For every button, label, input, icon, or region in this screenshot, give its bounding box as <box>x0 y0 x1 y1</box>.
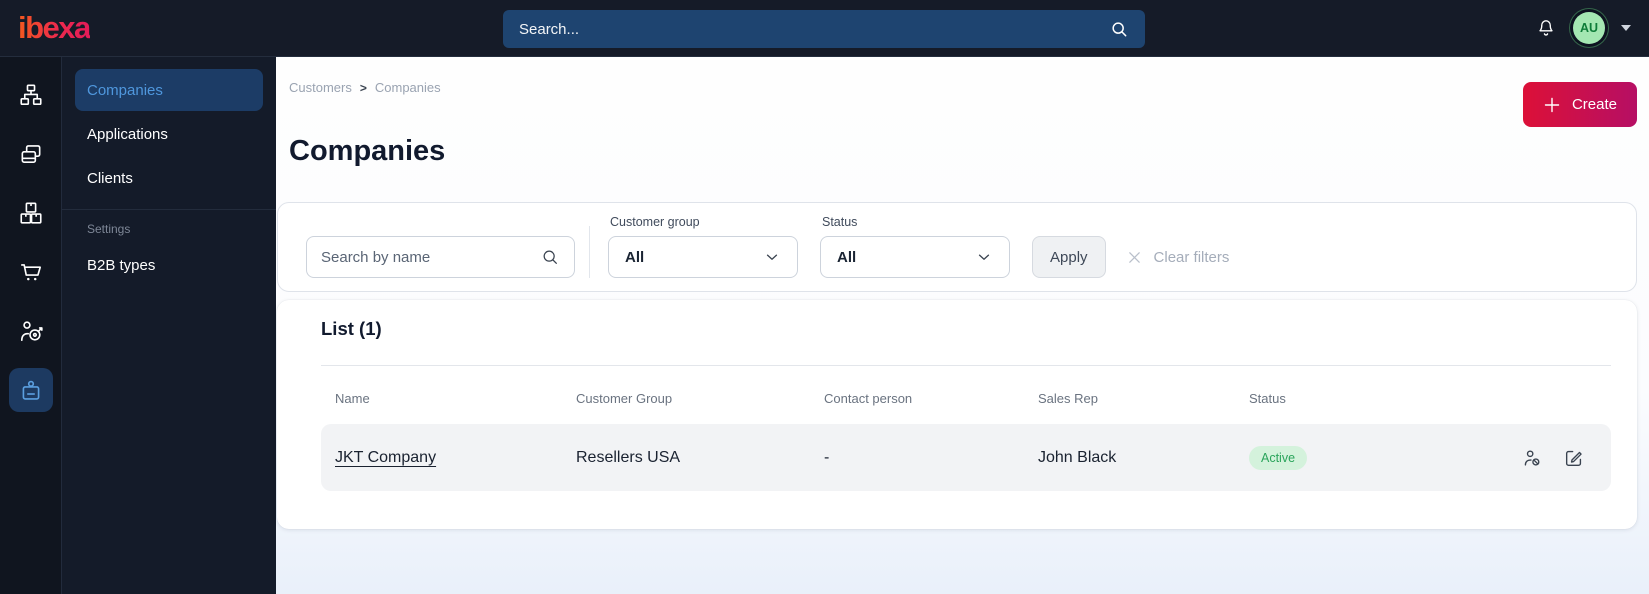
icon-rail <box>0 57 62 594</box>
audience-target-icon <box>18 318 44 344</box>
clear-filters-button[interactable]: Clear filters <box>1126 236 1230 278</box>
deactivate-company-button[interactable] <box>1521 447 1543 469</box>
sidebar-item-b2b-types[interactable]: B2B types <box>75 244 263 286</box>
filter-search[interactable] <box>306 236 575 278</box>
column-header-contact-person: Contact person <box>824 391 913 406</box>
products-boxes-icon <box>18 200 44 226</box>
search-icon <box>1109 19 1129 39</box>
column-header-name: Name <box>335 391 370 406</box>
breadcrumb-companies[interactable]: Companies <box>375 80 441 95</box>
rail-item-audience[interactable] <box>9 309 53 353</box>
edit-icon <box>1563 447 1585 469</box>
bell-icon <box>1535 17 1557 39</box>
column-header-status: Status <box>1249 391 1286 406</box>
create-button-label: Create <box>1571 96 1617 113</box>
clear-filters-label: Clear filters <box>1153 248 1230 266</box>
chevron-down-icon <box>975 248 993 266</box>
status-value: All <box>837 248 857 266</box>
sidebar-item-applications[interactable]: Applications <box>75 113 263 155</box>
table-header: Name Customer Group Contact person Sales… <box>321 391 1611 406</box>
deactivate-user-icon <box>1521 447 1543 469</box>
sidebar-item-label: B2B types <box>87 256 156 274</box>
create-button[interactable]: Create <box>1522 82 1637 127</box>
edit-company-button[interactable] <box>1563 447 1585 469</box>
table-row: JKT Company Resellers USA - John Black A… <box>321 424 1611 491</box>
cell-contact-person: - <box>824 448 830 466</box>
global-search-input[interactable] <box>519 20 1109 38</box>
rail-item-pages[interactable] <box>9 132 53 176</box>
topbar: ibexa AU <box>0 0 1649 57</box>
filter-group-customer-group: Customer group All <box>608 215 798 278</box>
status-badge: Active <box>1249 445 1308 470</box>
filter-search-input[interactable] <box>321 248 540 266</box>
customer-group-label: Customer group <box>610 215 700 229</box>
rail-item-commerce[interactable] <box>9 250 53 294</box>
status-select[interactable]: All <box>820 236 1010 278</box>
sitemap-icon <box>18 82 44 108</box>
column-header-customer-group: Customer Group <box>576 391 673 406</box>
rail-item-products[interactable] <box>9 191 53 235</box>
sidebar-item-label: Clients <box>87 169 133 187</box>
companies-list-card: List (1) Name Customer Group Contact per… <box>277 300 1637 529</box>
filter-group-status: Status All <box>820 215 1010 278</box>
chevron-down-icon[interactable] <box>1621 25 1631 31</box>
rail-item-customer-portal[interactable] <box>8 368 53 412</box>
list-divider <box>321 365 1611 366</box>
company-name-link[interactable]: JKT Company <box>335 449 436 466</box>
search-icon <box>540 247 560 267</box>
list-title: List (1) <box>321 318 382 339</box>
filter-bar: Customer group All Status All <box>277 202 1637 292</box>
status-label: Status <box>822 215 858 229</box>
cell-sales-rep: John Black <box>1038 448 1117 466</box>
cart-icon <box>18 259 44 285</box>
app-logo: ibexa <box>18 10 91 45</box>
page-title: Companies <box>289 135 446 167</box>
plus-icon <box>1543 96 1561 114</box>
row-actions <box>1501 447 1611 469</box>
sidebar: Companies Applications Clients Settings … <box>62 57 276 594</box>
notifications-button[interactable] <box>1535 17 1557 39</box>
pages-icon <box>18 141 44 167</box>
sidebar-section-settings: Settings <box>87 222 131 236</box>
clear-x-icon <box>1126 249 1143 266</box>
global-search[interactable] <box>503 10 1145 48</box>
main-content: Customers > Companies Create Companies S… <box>276 57 1649 594</box>
breadcrumb-customers[interactable]: Customers <box>289 80 352 95</box>
filter-divider <box>589 226 590 278</box>
chevron-down-icon <box>763 248 781 266</box>
sidebar-item-label: Companies <box>87 81 163 99</box>
customer-group-value: All <box>625 248 645 266</box>
sidebar-item-label: Applications <box>87 125 168 143</box>
rail-item-content-tree[interactable] <box>9 73 53 117</box>
customer-group-select[interactable]: All <box>608 236 798 278</box>
breadcrumb-separator: > <box>359 80 367 95</box>
apply-button[interactable]: Apply <box>1032 236 1106 278</box>
sidebar-item-companies[interactable]: Companies <box>75 69 263 111</box>
avatar[interactable]: AU <box>1573 12 1605 44</box>
sidebar-item-clients[interactable]: Clients <box>75 157 263 199</box>
topbar-actions: AU <box>1535 12 1631 44</box>
breadcrumb: Customers > Companies <box>289 80 441 95</box>
column-header-sales-rep: Sales Rep <box>1038 391 1098 406</box>
company-badge-icon <box>18 377 44 403</box>
cell-customer-group: Resellers USA <box>576 448 681 466</box>
